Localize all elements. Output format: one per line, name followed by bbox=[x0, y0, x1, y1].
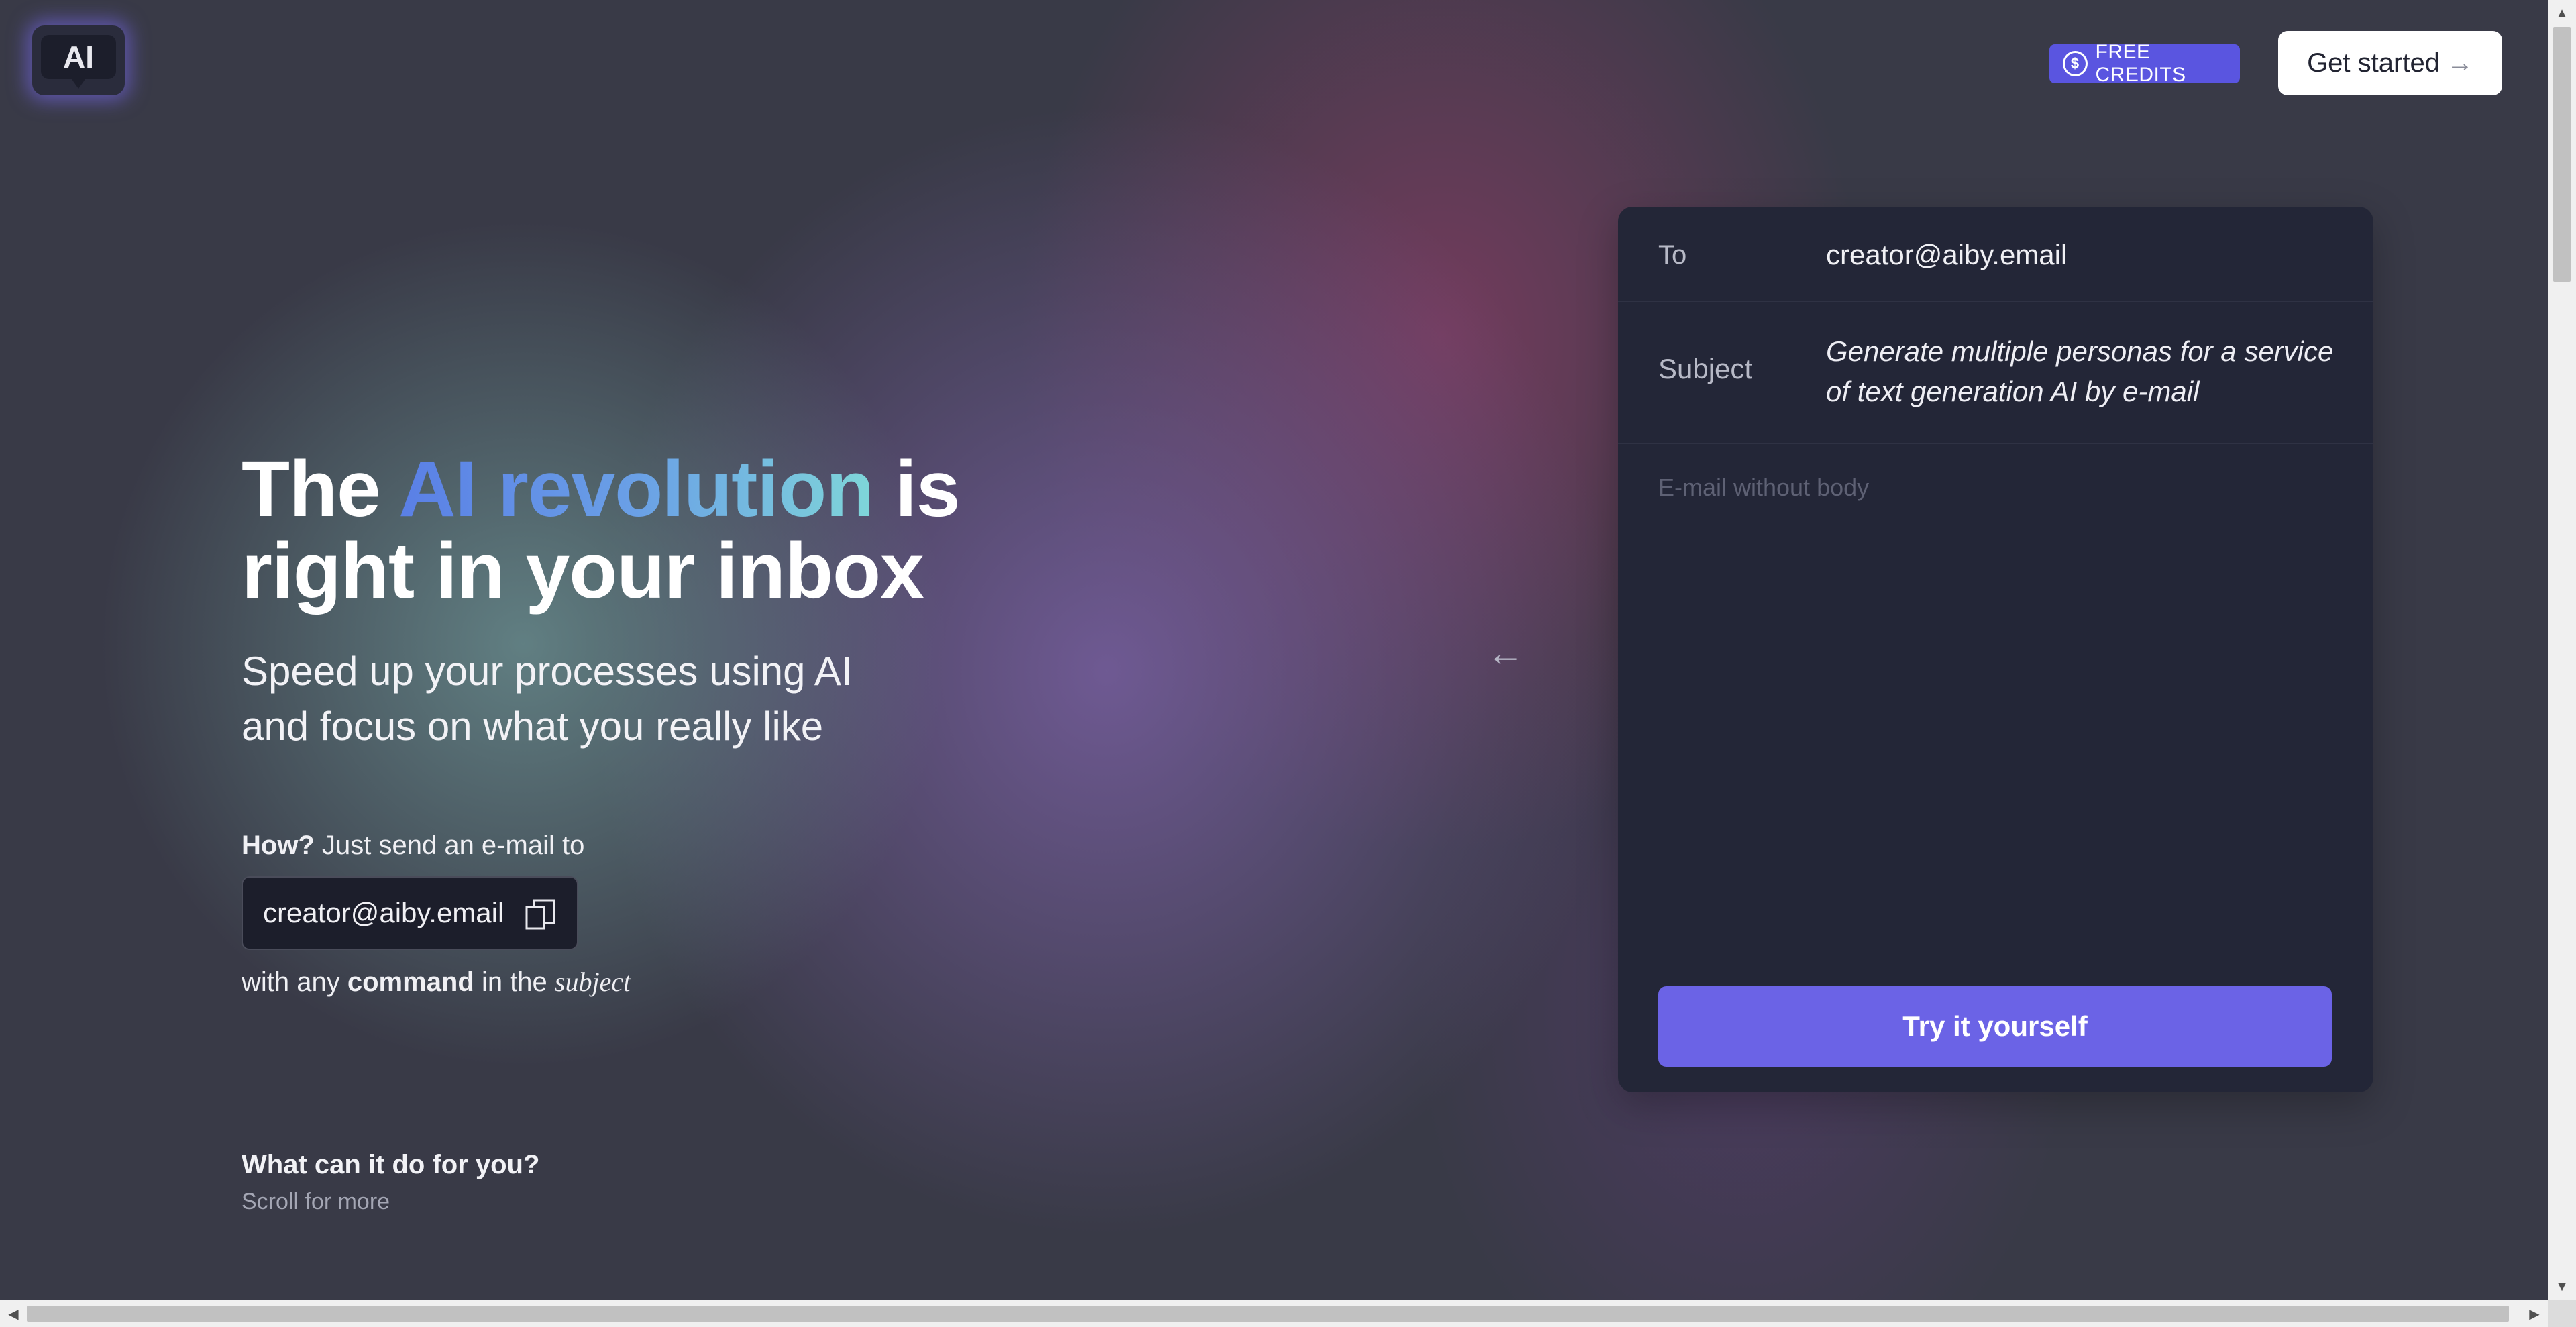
vertical-scrollbar[interactable]: ▲ ▼ bbox=[2548, 0, 2576, 1300]
subheadline: Speed up your processes using AI and foc… bbox=[241, 644, 853, 754]
subject-label: Subject bbox=[1658, 353, 1753, 384]
email-address: creator@aiby.email bbox=[263, 897, 504, 928]
to-value: creator@aiby.email bbox=[1826, 239, 2068, 270]
scroll-up-icon[interactable]: ▲ bbox=[2548, 0, 2576, 27]
in-the-text: in the bbox=[481, 967, 547, 997]
coin-icon: $ bbox=[2063, 51, 2088, 76]
how-text: How? Just send an e-mail to bbox=[241, 831, 584, 861]
landing-page: AI $ FREE CREDITS Get started → The AI r… bbox=[0, 0, 2548, 1300]
page-title: The AI revolution is right in your inbox bbox=[241, 445, 961, 615]
scroll-right-icon[interactable]: ▶ bbox=[2521, 1300, 2548, 1327]
subline-1: Speed up your processes using AI bbox=[241, 649, 853, 694]
get-started-label: Get started bbox=[2307, 48, 2440, 78]
scrollbar-corner bbox=[2548, 1300, 2576, 1327]
subject-value: Generate multiple personas for a service… bbox=[1826, 335, 2334, 407]
email-address-chip[interactable]: creator@aiby.email bbox=[241, 876, 578, 950]
try-it-yourself-button[interactable]: Try it yourself bbox=[1658, 986, 2332, 1067]
get-started-button[interactable]: Get started → bbox=[2278, 31, 2502, 95]
email-body-placeholder: E-mail without body bbox=[1658, 474, 1870, 501]
how-bold: How? bbox=[241, 831, 315, 860]
headline-line2: right in your inbox bbox=[241, 527, 924, 615]
what-can-it-do: What can it do for you? bbox=[241, 1150, 540, 1179]
vertical-scroll-thumb[interactable] bbox=[2553, 27, 2571, 282]
scroll-left-icon[interactable]: ◀ bbox=[0, 1300, 27, 1327]
headline-highlight: AI revolution bbox=[398, 445, 874, 533]
command-hint: with any command in the subject bbox=[241, 966, 631, 998]
how-description: Just send an e-mail to bbox=[322, 831, 585, 860]
scroll-for-more: Scroll for more bbox=[241, 1189, 390, 1214]
subline-2: and focus on what you really like bbox=[241, 704, 824, 749]
horizontal-scrollbar[interactable]: ◀ ▶ bbox=[0, 1300, 2548, 1327]
subject-text: subject bbox=[554, 967, 631, 997]
to-label: To bbox=[1658, 240, 1687, 270]
scroll-down-icon[interactable]: ▼ bbox=[2548, 1273, 2576, 1300]
free-credits-badge[interactable]: $ FREE CREDITS bbox=[2049, 41, 2240, 86]
logo-text: AI bbox=[41, 35, 116, 89]
arrow-left-icon: ← bbox=[1487, 631, 1524, 674]
email-compose-card: To creator@aiby.email Subject Generate m… bbox=[1618, 207, 2373, 1092]
with-any-text: with any bbox=[241, 967, 340, 997]
command-text: command bbox=[347, 967, 474, 997]
to-row: To creator@aiby.email bbox=[1618, 207, 2373, 302]
horizontal-scroll-thumb[interactable] bbox=[27, 1306, 2509, 1322]
headline-is: is bbox=[895, 445, 960, 533]
headline-the: The bbox=[241, 445, 381, 533]
arrow-right-icon: → bbox=[2446, 48, 2473, 78]
subject-row: Subject Generate multiple personas for a… bbox=[1618, 301, 2373, 444]
copy-icon[interactable] bbox=[525, 898, 557, 931]
logo[interactable]: AI bbox=[32, 25, 125, 95]
free-credits-label: FREE CREDITS bbox=[2095, 41, 2186, 86]
